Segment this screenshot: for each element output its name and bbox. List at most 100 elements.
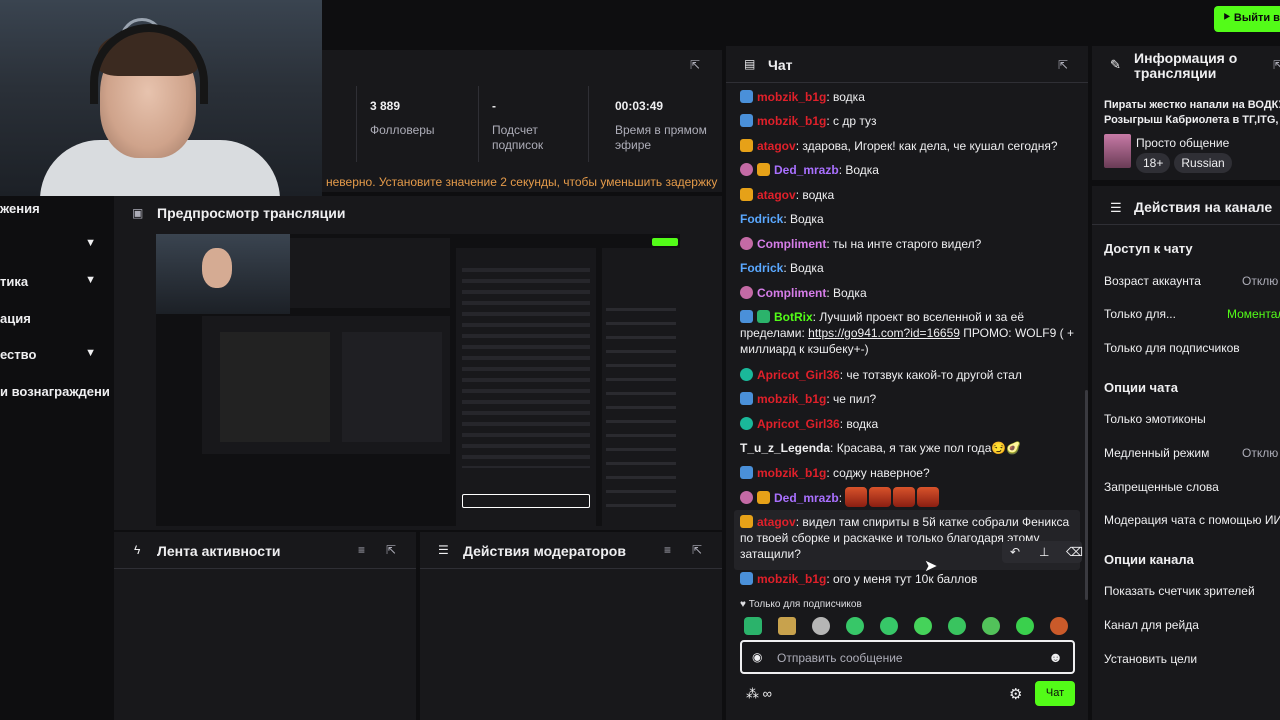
chevron-down-icon: ▼	[85, 347, 96, 359]
emoji-icon[interactable]: ☻	[1048, 649, 1063, 665]
emote-icon[interactable]	[846, 617, 864, 635]
slow-mode-value[interactable]: Отклю	[1242, 446, 1278, 460]
points-icon[interactable]: ⁂ ∞	[746, 686, 772, 702]
nav-item-3[interactable]: ация	[0, 311, 112, 326]
chat-username[interactable]: BotRix	[774, 310, 813, 324]
chat-username[interactable]: mobzik_b1g	[757, 572, 826, 586]
popout-icon[interactable]: ⇱	[386, 543, 396, 557]
emote-icon[interactable]	[1050, 617, 1068, 635]
chat-username[interactable]: mobzik_b1g	[757, 466, 826, 480]
viewer-count-label[interactable]: Показать счетчик зрителей	[1104, 584, 1255, 598]
filter-icon[interactable]: ≡	[358, 543, 365, 557]
tag[interactable]: Russian	[1174, 153, 1232, 173]
only-for-value[interactable]: Моментал	[1227, 307, 1280, 321]
chat-username[interactable]: Apricot_Girl36	[757, 417, 840, 431]
delete-icon[interactable]: ⌫	[1066, 545, 1083, 559]
chat-username[interactable]: Ded_mrazb	[774, 163, 839, 177]
chat-username[interactable]: Fodrick	[740, 212, 783, 226]
popout-icon[interactable]: ⇱	[1058, 58, 1068, 72]
chat-message: atagov: здарова, Игорек! как дела, че ку…	[740, 138, 1078, 154]
chat-username[interactable]: mobzik_b1g	[757, 392, 826, 406]
preview-chat-input	[462, 494, 590, 508]
set-goals-label[interactable]: Установить цели	[1104, 652, 1197, 666]
webcam-overlay	[0, 0, 322, 196]
account-age-label[interactable]: Возраст аккаунта	[1104, 274, 1201, 288]
emote-icon[interactable]	[812, 617, 830, 635]
emote-icon[interactable]	[948, 617, 966, 635]
exit-button[interactable]: ⯈ Выйти в	[1214, 6, 1280, 32]
divider	[356, 86, 357, 162]
emote-icon	[869, 487, 892, 507]
nav-item-0[interactable]: жения	[0, 201, 112, 216]
chat-username[interactable]: Compliment	[757, 286, 826, 300]
emote-icon[interactable]	[914, 617, 932, 635]
tag[interactable]: 18+	[1136, 153, 1171, 173]
nav-item-2[interactable]: тика ▼	[0, 274, 112, 289]
preview-icon: ▣	[132, 206, 144, 220]
emote-icon[interactable]	[982, 617, 1000, 635]
nav-item-5[interactable]: и вознаграждени	[0, 384, 112, 399]
emote-icon[interactable]	[778, 617, 796, 635]
chat-message: Apricot_Girl36: водка	[740, 416, 1078, 432]
chat-input-box[interactable]: ◉ Отправить сообщение ☻	[740, 640, 1075, 674]
crown-icon	[740, 515, 753, 528]
subs-value: -	[492, 99, 496, 113]
chat-message: Ded_mrazb:	[740, 487, 1078, 507]
followers-label: Фолловеры	[370, 123, 435, 137]
stats-panel	[322, 50, 722, 192]
stream-title: Пираты жестко напали на ВОДКУ	[1104, 99, 1280, 111]
send-chat-button[interactable]: Чат	[1035, 681, 1075, 706]
nav-item-4[interactable]: ество ▼	[0, 347, 112, 362]
ai-moderation-label[interactable]: Модерация чата с помощью ИИ	[1104, 513, 1280, 527]
filter-icon[interactable]: ≡	[664, 543, 671, 557]
popout-icon[interactable]: ⇱	[1273, 58, 1280, 72]
reply-icon[interactable]: ↶	[1010, 545, 1020, 559]
emotes-only-label[interactable]: Только эмотиконы	[1104, 412, 1206, 426]
chat-username[interactable]: T_u_z_Legenda	[740, 441, 830, 455]
chat-username[interactable]: mobzik_b1g	[757, 90, 826, 104]
raid-channel-label[interactable]: Канал для рейда	[1104, 618, 1199, 632]
stream-title-line2: Розыгрыш Кабриолета в ТГ,ITG,	[1104, 114, 1279, 126]
mod-actions-title: Действия модераторов	[463, 543, 626, 559]
chat-input-placeholder[interactable]: Отправить сообщение	[777, 651, 903, 665]
chat-username[interactable]: Compliment	[757, 237, 826, 251]
chevron-down-icon: ▼	[85, 237, 96, 249]
pin-icon[interactable]: ⊥	[1039, 545, 1049, 559]
chat-username[interactable]: Fodrick	[740, 261, 783, 275]
crown-icon	[757, 163, 770, 176]
subs-only-notice: ♥ Только для подписчиков	[740, 599, 862, 610]
chat-scrollbar[interactable]	[1085, 390, 1088, 600]
category-thumbnail[interactable]	[1104, 134, 1131, 168]
gear-icon[interactable]: ⚙	[1009, 685, 1022, 703]
banned-words-label[interactable]: Запрещенные слова	[1104, 480, 1219, 494]
account-age-value[interactable]: Отклю	[1242, 274, 1278, 288]
chat-username[interactable]: atagov	[757, 139, 796, 153]
popout-icon[interactable]: ⇱	[692, 543, 702, 557]
chat-link[interactable]: https://go941.com?id=16659	[808, 326, 960, 340]
subscribers-only-label[interactable]: Только для подписчиков	[1104, 341, 1240, 355]
chat-username[interactable]: Apricot_Girl36	[757, 368, 840, 382]
crown-icon	[740, 188, 753, 201]
category-name[interactable]: Просто общение	[1136, 136, 1229, 150]
chat-username[interactable]: Ded_mrazb	[774, 491, 839, 505]
verified-icon	[757, 310, 770, 323]
stream-preview[interactable]	[156, 234, 680, 526]
channel-options-title: Опции канала	[1104, 552, 1194, 567]
nav-item-1[interactable]: ▼	[0, 237, 112, 253]
only-for-label[interactable]: Только для...	[1104, 307, 1176, 321]
moderator-icon	[740, 310, 753, 323]
chat-message: mobzik_b1g: че пил?	[740, 391, 1078, 407]
emote-icon[interactable]	[880, 617, 898, 635]
moderator-icon	[740, 392, 753, 405]
lightning-icon: ϟ	[134, 543, 141, 557]
chat-username[interactable]: atagov	[757, 515, 796, 529]
preview-inner	[202, 316, 450, 454]
chat-username[interactable]: mobzik_b1g	[757, 114, 826, 128]
chat-username[interactable]: atagov	[757, 188, 796, 202]
divider	[1092, 224, 1280, 225]
emote-icon[interactable]	[1016, 617, 1034, 635]
slow-mode-label[interactable]: Медленный режим	[1104, 446, 1209, 460]
chat-message: atagov: водка	[740, 187, 1078, 203]
emote-icon[interactable]	[744, 617, 762, 635]
popout-icon[interactable]: ⇱	[690, 58, 700, 72]
